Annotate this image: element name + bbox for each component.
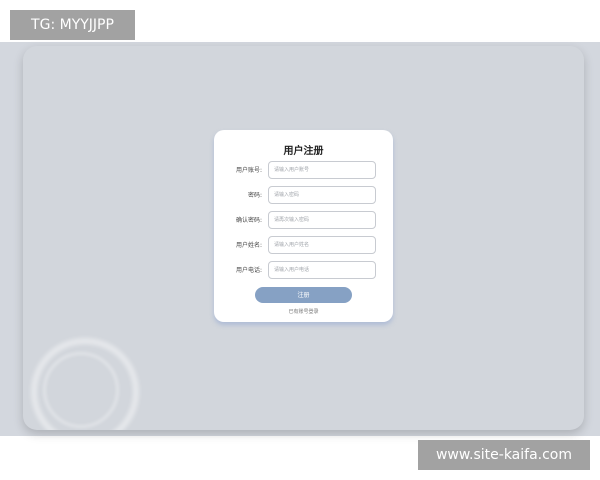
password-input[interactable] — [268, 186, 376, 204]
top-left-watermark: TG: MYYJJPP — [10, 10, 135, 40]
register-button[interactable]: 注册 — [255, 287, 352, 303]
name-label: 用户姓名: — [235, 242, 262, 249]
confirm-password-label: 确认密码: — [235, 217, 262, 224]
form-title: 用户注册 — [283, 146, 324, 157]
register-card: 用户注册 用户账号: 密码: 确认密码: 用户姓名: 用户电话: 注册 已有账号… — [214, 130, 393, 322]
phone-label: 用户电话: — [235, 267, 262, 274]
confirm-password-input[interactable] — [268, 211, 376, 229]
field-row-confirm-password: 确认密码: — [214, 211, 393, 229]
password-label: 密码: — [247, 192, 262, 199]
login-link[interactable]: 已有账号登录 — [214, 308, 393, 315]
field-row-account: 用户账号: — [214, 161, 393, 179]
phone-input[interactable] — [268, 261, 376, 279]
screenshot-stage: TG: MYYJJPP 用户注册 用户账号: 密码: 确认密码: 用户姓名: 用… — [0, 0, 600, 480]
account-input[interactable] — [268, 161, 376, 179]
name-input[interactable] — [268, 236, 376, 254]
field-row-phone: 用户电话: — [214, 261, 393, 279]
bottom-right-watermark: www.site-kaifa.com — [418, 440, 590, 470]
field-row-name: 用户姓名: — [214, 236, 393, 254]
decorative-swirl-inner — [43, 352, 119, 428]
field-row-password: 密码: — [214, 186, 393, 204]
account-label: 用户账号: — [235, 167, 262, 174]
